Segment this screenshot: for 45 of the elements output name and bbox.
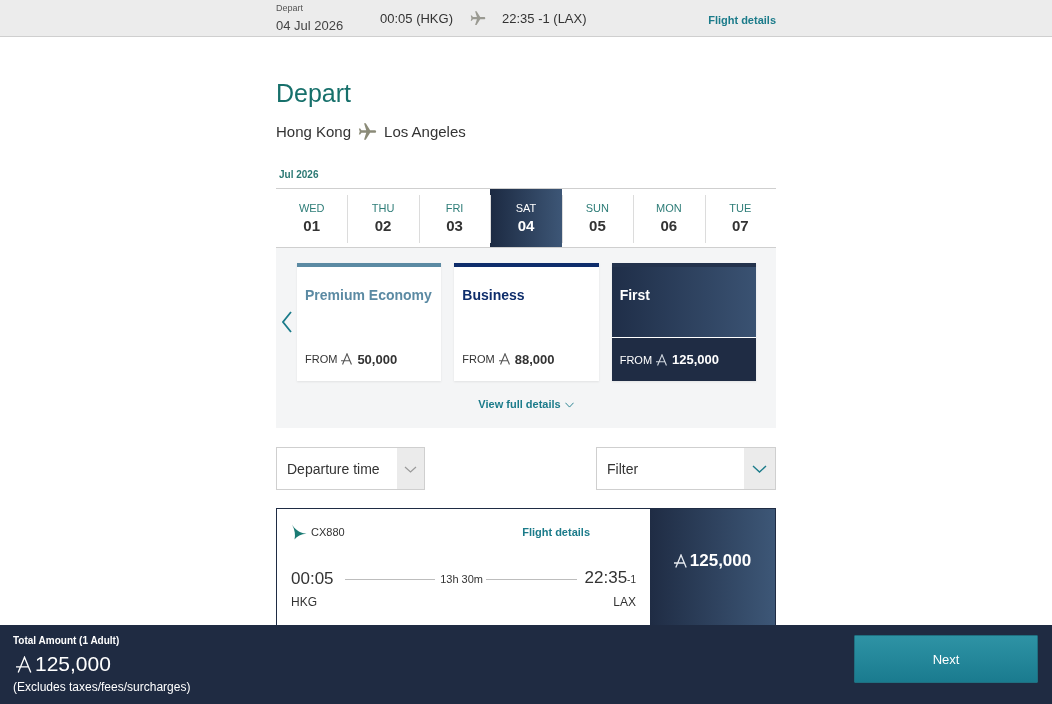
date-tab[interactable]: THU 02 <box>347 189 419 247</box>
total-label: Total Amount (1 Adult) <box>13 635 121 647</box>
filter-select[interactable]: Filter <box>596 447 776 490</box>
summary-date: 04 Jul 2026 <box>276 17 344 33</box>
departure-airport: HKG <box>291 595 317 609</box>
flight-number: CX880 <box>311 526 345 538</box>
date-tab[interactable]: MON 06 <box>633 189 705 247</box>
miles-icon <box>16 655 33 673</box>
date-tab[interactable]: FRI 03 <box>418 189 491 247</box>
date-tab[interactable]: SUN 05 <box>561 189 634 247</box>
plane-icon <box>470 10 486 26</box>
page-heading: Depart <box>276 78 353 108</box>
summary-label: Depart <box>276 2 303 13</box>
miles-icon <box>673 554 688 568</box>
flight-details-link[interactable]: Flight details <box>708 14 776 26</box>
arrival-airport: LAX <box>613 595 636 609</box>
total-note: (Excludes taxes/fees/surcharges) <box>13 680 191 694</box>
destination-city: Los Angeles <box>384 123 466 141</box>
next-button[interactable]: Next <box>854 635 1038 683</box>
brushstroke-logo-icon <box>291 524 307 540</box>
sort-select[interactable]: Departure time <box>276 447 425 490</box>
chevron-down-icon <box>397 448 424 489</box>
cabin-card[interactable]: Premium Economy FROM 50,000 <box>297 263 442 381</box>
flight-duration: 13h 30m <box>440 573 483 585</box>
origin-city: Hong Kong <box>276 123 352 141</box>
date-tab[interactable]: SAT 04 <box>490 189 562 247</box>
view-details-link[interactable]: View full details <box>478 398 574 411</box>
arrival-summary: 22:35 -1 (LAX) <box>502 10 587 26</box>
flight-details-link[interactable]: Flight details <box>522 526 590 538</box>
miles-icon <box>656 353 669 366</box>
month-label: Jul 2026 <box>278 169 320 181</box>
departure-summary: 00:05 (HKG) <box>380 10 453 26</box>
chevron-down-icon <box>744 448 775 489</box>
fare-button[interactable]: 125,000 <box>650 509 775 625</box>
miles-icon <box>341 353 354 365</box>
date-tab[interactable]: TUE 07 <box>704 189 776 247</box>
plane-icon <box>358 123 378 141</box>
cabin-card[interactable]: Business FROM 88,000 <box>454 263 599 381</box>
cabin-card[interactable]: First FROM 125,000 <box>611 263 756 381</box>
date-tab[interactable]: WED 01 <box>276 189 348 247</box>
chevron-down-icon <box>564 401 574 408</box>
total-amount: 125,000 <box>35 651 111 677</box>
miles-icon <box>498 353 511 365</box>
chevron-left-icon[interactable] <box>281 311 292 333</box>
departure-time: 00:05 <box>291 569 334 589</box>
